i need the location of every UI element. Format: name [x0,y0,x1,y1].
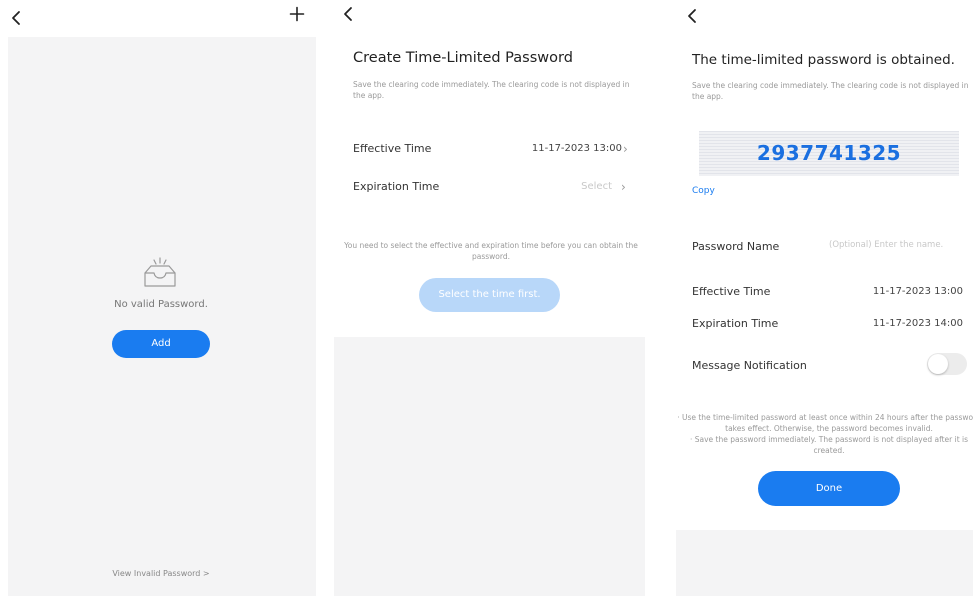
chevron-left-icon [688,9,696,23]
empty-state-area [8,37,316,596]
tip-save: · Save the password immediately. The pas… [689,435,969,455]
obtain-password-button[interactable]: Select the time first. [419,278,560,312]
tip-usage: · Use the time-limited password at least… [677,413,973,433]
effective-time-value: 11-17-2023 13:00 [531,143,622,154]
done-button[interactable]: Done [758,471,900,506]
add-button[interactable]: Add [112,330,210,358]
inbox-icon [139,255,181,293]
chevron-right-icon: › [623,142,628,156]
password-result-screen: The time-limited password is obtained. S… [674,0,973,596]
password-name-input[interactable]: (Optional) Enter the name. [829,240,943,250]
back-button[interactable] [686,8,698,24]
create-password-screen: Create Time-Limited Password Save the cl… [330,0,652,596]
chevron-left-icon [344,7,352,21]
effective-time-label: Effective Time [692,285,771,298]
chevron-left-icon [12,11,20,25]
back-button[interactable] [342,6,354,22]
chevron-right-icon: › [621,180,626,194]
expiration-time-value: Select [581,181,612,192]
clearing-code-note: Save the clearing code immediately. The … [692,81,969,101]
select-time-hint: You need to select the effective and exp… [344,241,638,261]
toggle-knob [928,354,948,374]
page-title: Create Time-Limited Password [353,50,573,66]
message-notification-toggle[interactable] [927,353,967,375]
password-list-screen: No valid Password. Add View Invalid Pass… [0,0,322,596]
message-notification-label: Message Notification [692,359,807,372]
expiration-time-label: Expiration Time [692,317,779,330]
copy-button[interactable]: Copy [692,186,715,196]
page-title: The time-limited password is obtained. [692,52,955,68]
add-password-button[interactable] [289,6,305,26]
bottom-area [334,337,645,596]
password-name-label: Password Name [692,240,780,253]
expiration-time-value: 11-17-2023 14:00 [872,318,963,329]
bottom-area [676,530,973,596]
plus-icon [289,6,305,22]
password-code: 2937741325 [756,141,902,165]
view-invalid-password-link[interactable]: View Invalid Password > [0,569,322,578]
clearing-code-note: Save the clearing code immediately. The … [353,80,630,100]
empty-state-text: No valid Password. [114,299,208,310]
usage-tips: · Use the time-limited password at least… [674,412,973,456]
effective-time-label: Effective Time [353,142,432,155]
password-display: 2937741325 [699,131,959,176]
effective-time-value: 11-17-2023 13:00 [872,286,963,297]
expiration-time-label: Expiration Time [353,180,440,193]
back-button[interactable] [10,10,22,26]
